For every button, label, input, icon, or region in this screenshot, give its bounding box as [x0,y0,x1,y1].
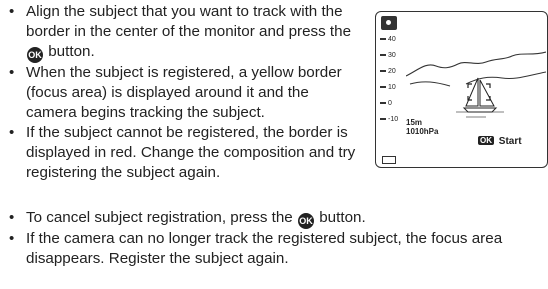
camera-mode-icon [381,16,397,30]
instruction-list-bottom: To cancel subject registration, press th… [6,208,548,269]
instruction-registered: When the subject is registered, a yellow… [6,63,360,123]
instruction-registered-text: When the subject is registered, a yellow… [26,64,342,121]
altitude-pressure-readout: 15m 1010hPa [406,118,438,136]
scale-label: 40 [388,36,396,43]
instruction-lost-tracking-text: If the camera can no longer track the re… [26,230,503,267]
instruction-lost-tracking: If the camera can no longer track the re… [6,229,548,269]
scale-tick [380,102,386,104]
scale-label: 0 [388,100,392,107]
altitude-value: 15m [406,118,423,127]
instruction-align: Align the subject that you want to track… [6,2,360,63]
pressure-value: 1010hPa [406,127,439,136]
start-label: Start [498,136,522,147]
instruction-not-registered-text: If the subject cannot be registered, the… [26,124,356,181]
scale-tick [380,70,386,72]
shore-line-left [409,81,451,87]
start-tracking-hint: OK Start [478,136,522,147]
altitude-scale: 40 30 20 10 0 -10 [380,34,402,134]
scale-label: 10 [388,84,396,91]
scale-label: 30 [388,52,396,59]
scale-tick [380,118,386,120]
camera-monitor-illustration: 40 30 20 10 0 -10 15m 1010hPa OK Start [375,11,548,168]
mountain-line [406,51,546,77]
scale-tick [380,54,386,56]
instruction-list-top: Align the subject that you want to track… [6,2,360,183]
instruction-not-registered: If the subject cannot be registered, the… [6,123,360,183]
ok-button-icon: OK [298,213,314,229]
instruction-cancel-text: To cancel subject registration, press th… [26,209,293,226]
ok-button-icon: OK [27,47,43,63]
scale-label: 20 [388,68,396,75]
instruction-cancel-text-end: button. [319,209,366,226]
lake-sailboat-scene [406,51,546,118]
water-ripples [456,111,504,118]
instruction-align-text-end: button. [48,43,95,60]
battery-icon [382,156,396,164]
scale-tick [380,86,386,88]
scale-label: -10 [388,116,399,123]
ok-button-icon: OK [478,136,494,145]
scale-tick [380,38,386,40]
instruction-cancel: To cancel subject registration, press th… [6,208,548,229]
instruction-align-text: Align the subject that you want to track… [26,3,352,40]
